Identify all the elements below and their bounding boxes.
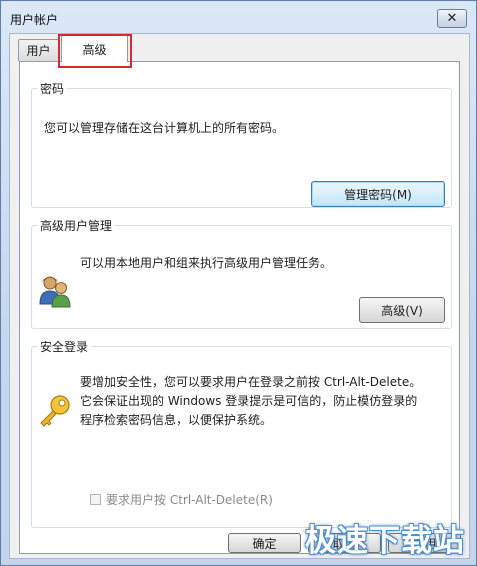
advanced-button-label: 高级(V) [381,303,423,318]
checkbox-box[interactable] [90,494,101,505]
manage-passwords-button[interactable]: 管理密码(M) [311,181,445,207]
require-ctrl-alt-delete-label: 要求用户按 Ctrl-Alt-Delete(R) [106,493,273,507]
window-title: 用户帐户 [10,13,59,27]
passwords-description: 您可以管理存储在这台计算机上的所有密码。 [44,121,285,135]
dialog-client: 用户 高级 密码 您可以管理存储在这台计算机上的所有密码。 管理密码(M) 高级… [9,33,470,559]
manage-passwords-label: 管理密码(M) [344,187,412,202]
advanced-tab-panel: 密码 您可以管理存储在这台计算机上的所有密码。 管理密码(M) 高级用户管理 可… [19,61,460,554]
tab-users[interactable]: 用户 [18,39,59,61]
tab-users-label: 用户 [26,44,51,58]
user-accounts-window: 用户帐户 ✕ 用户 高级 密码 您可以管理存储在这台计算机上的所有密码。 管理密… [0,0,477,566]
ok-button-label: 确定 [252,536,277,551]
ok-button[interactable]: 确定 [228,533,301,553]
users-icon [39,276,71,308]
secure-logon-line-3: 程序检索密码信息，以便保护系统。 [80,413,273,427]
annotation-highlight-box [58,34,132,68]
secure-logon-group: 安全登录 要增加安全性，您可以要求用户在登录之前按 Ctrl-Alt-Delet… [31,338,452,528]
secure-logon-line-2: 它会保证出现的 Windows 登录提示是可信的，防止模仿登录的 [80,394,418,408]
secure-logon-legend: 安全登录 [40,340,89,354]
passwords-legend: 密码 [40,82,65,96]
close-icon: ✕ [446,11,458,26]
key-icon [40,395,70,427]
passwords-group: 密码 您可以管理存储在这台计算机上的所有密码。 管理密码(M) [31,80,452,208]
advanced-user-management-legend: 高级用户管理 [40,219,113,233]
close-button[interactable]: ✕ [437,9,467,28]
require-ctrl-alt-delete-checkbox[interactable]: 要求用户按 Ctrl-Alt-Delete(R) [90,491,273,508]
advanced-button[interactable]: 高级(V) [359,297,445,323]
advanced-user-management-group: 高级用户管理 可以用本地用户和组来执行高级用户管理任务。 高级(V) [31,217,452,329]
site-watermark: 极速下载站 [305,523,465,559]
secure-logon-line-1: 要增加安全性，您可以要求用户在登录之前按 Ctrl-Alt-Delete。 [80,375,422,389]
advanced-users-description: 可以用本地用户和组来执行高级用户管理任务。 [80,256,333,270]
